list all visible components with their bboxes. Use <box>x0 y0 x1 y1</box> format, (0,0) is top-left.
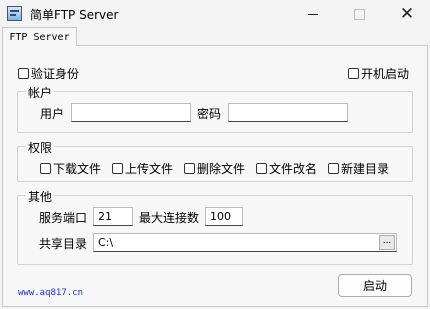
port-label: 服务端口 <box>39 211 88 225</box>
max-connections-label: 最大连接数 <box>139 211 200 225</box>
checkbox-box <box>328 163 339 174</box>
perm-upload-label: 上传文件 <box>125 162 174 176</box>
password-input[interactable] <box>228 103 348 122</box>
other-group: 其他 服务端口 21 最大连接数 100 共享目录 C:\ ... <box>17 188 413 265</box>
close-button[interactable]: ✕ <box>384 0 430 28</box>
perm-mkdir-label: 新建目录 <box>341 162 390 176</box>
perm-rename-label: 文件改名 <box>269 162 318 176</box>
permissions-group: 权限 下载文件 上传文件 删除文件 文件改名 新建目录 <box>17 139 413 182</box>
share-dir-input[interactable]: C:\ <box>93 233 397 252</box>
perm-delete-label: 删除文件 <box>197 162 246 176</box>
perm-delete-checkbox[interactable]: 删除文件 <box>184 160 245 177</box>
tab-ftp-server[interactable]: FTP Server <box>2 27 77 46</box>
checkbox-box <box>184 163 195 174</box>
perm-rename-checkbox[interactable]: 文件改名 <box>256 160 317 177</box>
checkbox-box <box>348 68 359 79</box>
share-dir-label: 共享目录 <box>39 237 88 251</box>
start-button-label: 启动 <box>362 279 387 293</box>
minimize-icon <box>308 13 318 15</box>
password-label: 密码 <box>197 107 222 121</box>
start-button[interactable]: 启动 <box>338 274 412 297</box>
title-bar: 简单FTP Server ✕ <box>0 0 430 28</box>
account-group: 帐户 用户 密码 <box>17 84 413 133</box>
perm-mkdir-checkbox[interactable]: 新建目录 <box>328 160 389 177</box>
ftp-app-icon <box>7 6 22 21</box>
perm-download-label: 下载文件 <box>53 162 102 176</box>
window-title: 简单FTP Server <box>30 8 119 22</box>
checkbox-box <box>40 163 51 174</box>
perm-upload-checkbox[interactable]: 上传文件 <box>112 160 173 177</box>
checkbox-box <box>256 163 267 174</box>
autostart-label: 开机启动 <box>361 67 410 81</box>
verify-identity-checkbox[interactable]: 验证身份 <box>18 65 79 82</box>
other-group-label: 其他 <box>26 188 55 205</box>
permissions-group-label: 权限 <box>26 139 55 156</box>
perm-download-checkbox[interactable]: 下载文件 <box>40 160 101 177</box>
close-icon: ✕ <box>399 3 415 24</box>
website-link[interactable]: www.aq817.cn <box>18 288 83 298</box>
user-label: 用户 <box>40 107 65 121</box>
maximize-button[interactable] <box>336 0 382 28</box>
autostart-checkbox[interactable]: 开机启动 <box>348 65 409 82</box>
user-input[interactable] <box>71 103 191 122</box>
max-connections-input[interactable]: 100 <box>205 207 243 226</box>
account-group-label: 帐户 <box>26 84 55 101</box>
minimize-button[interactable] <box>290 0 336 28</box>
checkbox-box <box>112 163 123 174</box>
verify-identity-label: 验证身份 <box>31 67 80 81</box>
port-input[interactable]: 21 <box>93 207 133 226</box>
maximize-icon <box>353 8 365 20</box>
checkbox-box <box>18 68 29 79</box>
tab-label: FTP Server <box>9 31 70 43</box>
tab-panel: 验证身份 开机启动 帐户 用户 密码 权限 下载文件 上传文件 删除文件 文件改… <box>2 45 428 307</box>
browse-button[interactable]: ... <box>379 235 395 250</box>
